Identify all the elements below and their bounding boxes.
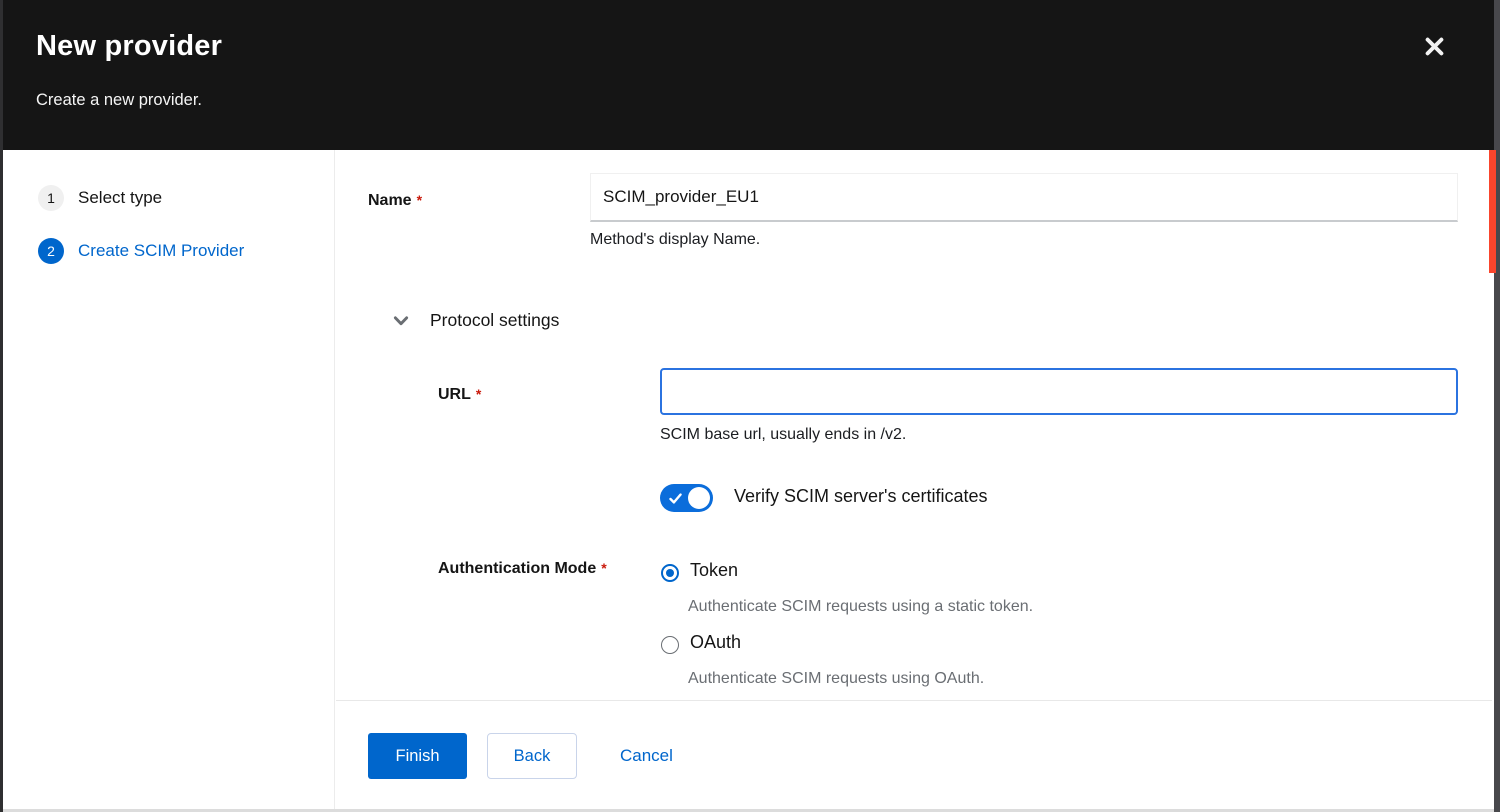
auth-mode-label: Authentication Mode* [438,560,607,578]
required-asterisk: * [476,386,481,402]
url-input[interactable] [660,368,1458,415]
step-label: Select type [78,188,162,208]
verify-certificates-label[interactable]: Verify SCIM server's certificates [734,486,988,507]
page-subtitle: Create a new provider. [36,91,202,110]
required-asterisk: * [601,560,606,576]
radio-oauth[interactable] [661,636,679,654]
url-field-label: URL* [438,386,481,404]
step-number-badge: 2 [38,238,64,264]
name-helper-text: Method's display Name. [590,231,760,249]
close-button[interactable] [1416,30,1452,66]
finish-button[interactable]: Finish [368,733,467,779]
step-label: Create SCIM Provider [78,241,244,261]
url-helper-text: SCIM base url, usually ends in /v2. [660,426,906,444]
toggle-knob [688,487,710,509]
modal-header: New provider Create a new provider. [0,0,1500,150]
back-button[interactable]: Back [487,733,577,779]
required-asterisk: * [417,192,422,208]
window-left-edge [0,0,3,812]
verify-certificates-toggle[interactable] [660,484,713,512]
close-icon [1423,35,1446,61]
step-number-badge: 1 [38,185,64,211]
cancel-button[interactable]: Cancel [620,733,673,779]
radio-oauth-label[interactable]: OAuth [690,632,741,653]
radio-token-description: Authenticate SCIM requests using a stati… [688,598,1033,616]
chevron-down-icon [392,312,410,330]
wizard-step-create-scim-provider[interactable]: 2 Create SCIM Provider [38,238,244,264]
new-provider-modal: New provider Create a new provider. 1 Se… [0,0,1500,812]
name-field-label: Name* [368,192,422,210]
scrollbar-thumb[interactable] [1489,150,1496,273]
name-input[interactable] [590,173,1458,222]
radio-token[interactable] [661,564,679,582]
scrollbar-track[interactable] [1494,0,1500,812]
protocol-settings-expander[interactable]: Protocol settings [392,310,559,331]
check-icon [669,492,682,504]
footer-divider [336,700,1492,701]
radio-token-label[interactable]: Token [690,560,738,581]
sidebar-divider [334,150,335,812]
wizard-step-select-type[interactable]: 1 Select type [38,185,162,211]
radio-oauth-description: Authenticate SCIM requests using OAuth. [688,670,984,688]
page-title: New provider [36,30,222,63]
protocol-settings-title: Protocol settings [430,310,559,331]
